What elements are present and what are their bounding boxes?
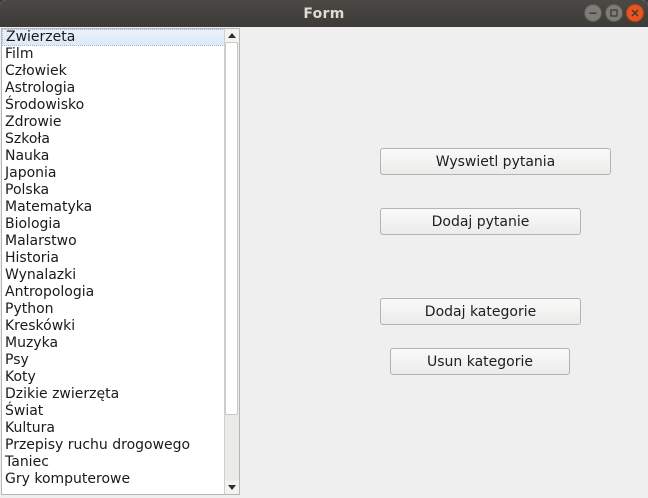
title-bar[interactable]: Form [0,0,648,27]
minimize-icon[interactable] [584,4,602,22]
list-item[interactable]: Kreskówki [2,318,227,335]
window-title: Form [303,5,345,22]
show-questions-button[interactable]: Wyswietl pytania [380,148,611,175]
add-category-button[interactable]: Dodaj kategorie [380,298,581,325]
app-window: Form Zwierzeta Film Człowiek Astrologia Środ… [0,0,648,498]
list-item[interactable]: Malarstwo [2,233,227,250]
scroll-up-icon[interactable] [225,29,239,42]
list-item[interactable]: Taniec [2,454,227,471]
list-item[interactable]: Przepisy ruchu drogowego [2,437,227,454]
list-item[interactable]: Muzyka [2,335,227,352]
list-item[interactable]: Środowisko [2,97,227,114]
list-item[interactable]: Koty [2,369,227,386]
maximize-icon[interactable] [605,4,623,22]
list-item[interactable]: Nauka [2,148,227,165]
remove-category-button[interactable]: Usun kategorie [390,348,570,375]
list-item[interactable]: Wynalazki [2,267,227,284]
category-list-items: Zwierzeta Film Człowiek Astrologia Środowisk… [2,29,227,488]
list-item[interactable]: Zdrowie [2,114,227,131]
list-item[interactable]: Dzikie zwierzęta [2,386,227,403]
list-item[interactable]: Gry komputerowe [2,471,227,488]
add-question-button[interactable]: Dodaj pytanie [380,208,581,235]
list-item[interactable]: Film [2,46,227,63]
list-item[interactable]: Python [2,301,227,318]
list-item[interactable]: Psy [2,352,227,369]
list-item[interactable]: Matematyka [2,199,227,216]
list-item[interactable]: Polska [2,182,227,199]
close-icon[interactable] [626,4,644,22]
window-controls [584,4,644,22]
list-item[interactable]: Kultura [2,420,227,437]
category-list[interactable]: Zwierzeta Film Człowiek Astrologia Środowisk… [1,28,240,495]
list-item[interactable]: Biologia [2,216,227,233]
list-item[interactable]: Człowiek [2,63,227,80]
list-item[interactable]: Japonia [2,165,227,182]
scroll-down-icon[interactable] [225,481,239,494]
list-item[interactable]: Antropologia [2,284,227,301]
list-item[interactable]: Historia [2,250,227,267]
list-item[interactable]: Astrologia [2,80,227,97]
list-item[interactable]: Szkoła [2,131,227,148]
scroll-track[interactable] [225,42,239,481]
list-item[interactable]: Świat [2,403,227,420]
vertical-scrollbar[interactable] [224,29,239,494]
scroll-thumb[interactable] [225,42,238,415]
list-item[interactable]: Zwierzeta [2,29,227,46]
